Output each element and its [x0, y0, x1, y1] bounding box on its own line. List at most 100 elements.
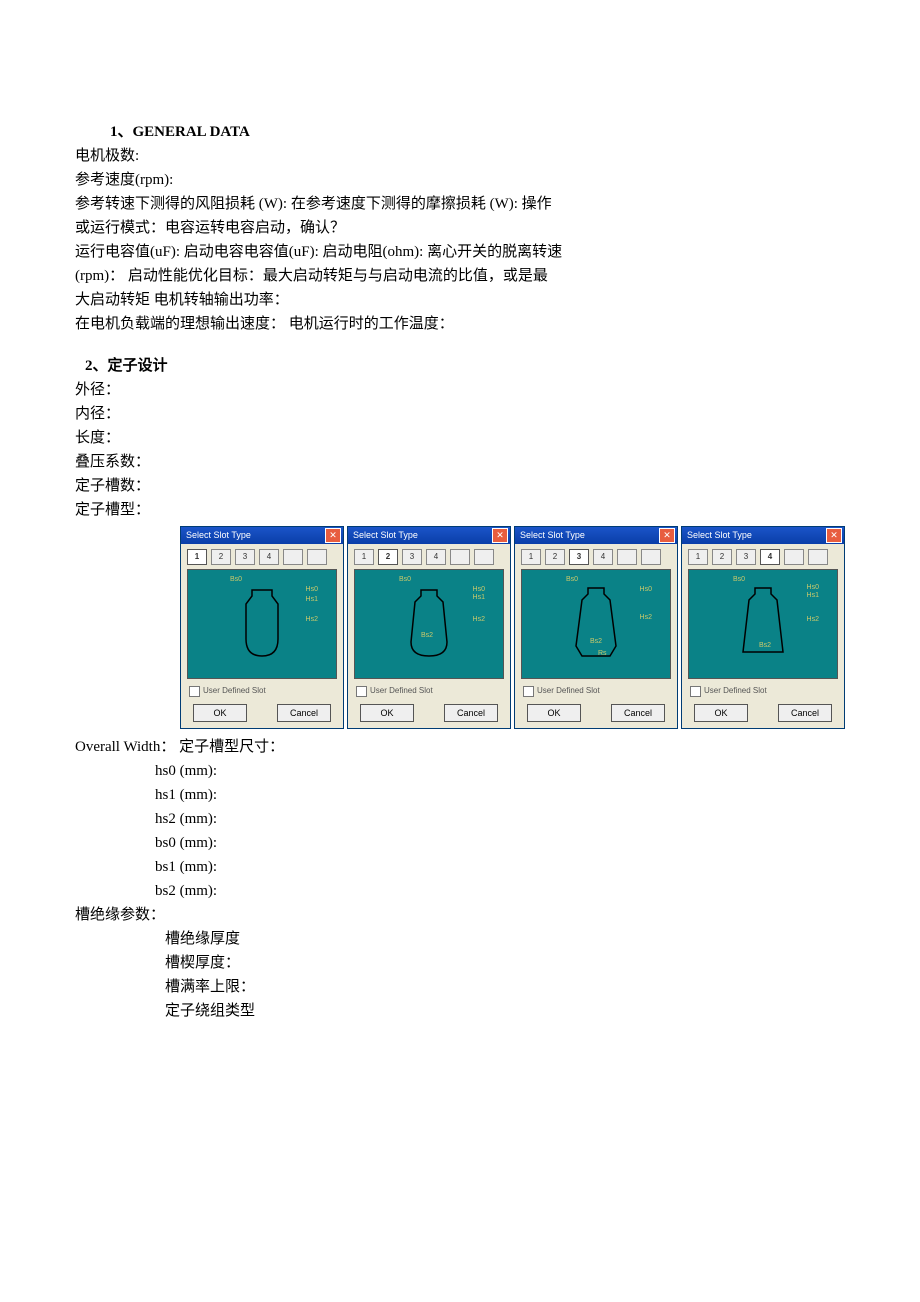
slot-tab-blank[interactable] — [450, 549, 470, 565]
dim-label: Bs0 — [566, 574, 578, 585]
dim-label: Hs2 — [807, 614, 819, 625]
user-defined-slot-row: User Defined Slot — [181, 683, 343, 702]
slot-type-dialog-4: Select Slot Type ✕ 1 2 3 4 Bs0 Hs0 Hs1 H… — [681, 526, 845, 729]
user-defined-slot-row: User Defined Slot — [515, 683, 677, 702]
user-defined-slot-row: User Defined Slot — [682, 683, 844, 702]
s1-line: (rpm)： 启动性能优化目标：最大启动转矩与与启动电流的比值，或是最 — [75, 264, 845, 288]
s2-line: 长度： — [75, 426, 845, 450]
slot-preview: Bs0 Hs0 Hs1 Hs2 Bs2 — [354, 569, 504, 679]
slot-shape-drawing — [399, 584, 459, 664]
ok-button[interactable]: OK — [360, 704, 414, 722]
cancel-button[interactable]: Cancel — [611, 704, 665, 722]
slot-tab-2[interactable]: 2 — [211, 549, 231, 565]
s1-line: 电机极数: — [75, 144, 845, 168]
dialog-titlebar: Select Slot Type ✕ — [348, 527, 510, 544]
slot-tab-blank[interactable] — [617, 549, 637, 565]
slot-tab-blank[interactable] — [474, 549, 494, 565]
slot-type-dialogs-row: Select Slot Type ✕ 1 2 3 4 Bs0 Hs0 Hs1 H… — [180, 526, 845, 729]
slot-shape-drawing — [733, 582, 793, 666]
ok-button[interactable]: OK — [694, 704, 748, 722]
slot-tab-blank[interactable] — [784, 549, 804, 565]
dim-line: bs0 (mm): — [75, 831, 845, 855]
slot-tab-4[interactable]: 4 — [593, 549, 613, 565]
user-defined-label: User Defined Slot — [370, 685, 433, 698]
dim-label: Hs1 — [306, 594, 318, 605]
s1-line: 参考转速下测得的风阻损耗 (W): 在参考速度下测得的摩擦损耗 (W): 操作 — [75, 192, 845, 216]
insulation-line: 槽满率上限： — [75, 975, 845, 999]
slot-tab-blank[interactable] — [808, 549, 828, 565]
slot-tab-2[interactable]: 2 — [378, 549, 398, 565]
s1-line: 在电机负载端的理想输出速度： 电机运行时的工作温度： — [75, 312, 845, 336]
dim-label: Hs1 — [473, 592, 485, 603]
slot-tab-blank[interactable] — [307, 549, 327, 565]
dialog-button-row: OK Cancel — [515, 702, 677, 728]
overall-width-line: Overall Width： 定子槽型尺寸： — [75, 735, 845, 759]
slot-tab-3[interactable]: 3 — [736, 549, 756, 565]
dim-label: Bs0 — [399, 574, 411, 585]
slot-tab-4[interactable]: 4 — [426, 549, 446, 565]
close-icon[interactable]: ✕ — [492, 528, 508, 543]
dim-line: bs2 (mm): — [75, 879, 845, 903]
s1-line: 大启动转矩 电机转轴输出功率： — [75, 288, 845, 312]
dim-label: Hs2 — [640, 612, 652, 623]
close-icon[interactable]: ✕ — [826, 528, 842, 543]
slot-tab-blank[interactable] — [641, 549, 661, 565]
dialog-title: Select Slot Type — [186, 528, 251, 542]
slot-tab-3[interactable]: 3 — [569, 549, 589, 565]
slot-type-dialog-1: Select Slot Type ✕ 1 2 3 4 Bs0 Hs0 Hs1 H… — [180, 526, 344, 729]
cancel-button[interactable]: Cancel — [778, 704, 832, 722]
dialog-button-row: OK Cancel — [348, 702, 510, 728]
cancel-button[interactable]: Cancel — [277, 704, 331, 722]
s2-line: 定子槽数： — [75, 474, 845, 498]
dialog-button-row: OK Cancel — [682, 702, 844, 728]
slot-tab-1[interactable]: 1 — [688, 549, 708, 565]
slot-tab-2[interactable]: 2 — [545, 549, 565, 565]
dialog-titlebar: Select Slot Type ✕ — [515, 527, 677, 544]
dim-line: hs0 (mm): — [75, 759, 845, 783]
slot-tab-row: 1 2 3 4 — [348, 544, 510, 567]
slot-shape-drawing — [566, 582, 626, 666]
dim-line: hs2 (mm): — [75, 807, 845, 831]
dialog-titlebar: Select Slot Type ✕ — [682, 527, 844, 544]
user-defined-label: User Defined Slot — [203, 685, 266, 698]
slot-preview: Bs0 Hs0 Hs1 Hs2 — [187, 569, 337, 679]
dim-label: Bs0 — [230, 574, 242, 585]
slot-tab-1[interactable]: 1 — [521, 549, 541, 565]
user-defined-checkbox[interactable] — [356, 686, 367, 697]
dim-label: Bs2 — [590, 636, 602, 647]
cancel-button[interactable]: Cancel — [444, 704, 498, 722]
slot-tab-2[interactable]: 2 — [712, 549, 732, 565]
slot-tab-1[interactable]: 1 — [187, 549, 207, 565]
s1-line: 或运行模式：电容运转电容启动，确认？ — [75, 216, 845, 240]
dim-line: hs1 (mm): — [75, 783, 845, 807]
slot-tab-row: 1 2 3 4 — [181, 544, 343, 567]
dialog-button-row: OK Cancel — [181, 702, 343, 728]
dim-label: Bs2 — [421, 630, 433, 641]
s1-line: 参考速度(rpm): — [75, 168, 845, 192]
ok-button[interactable]: OK — [193, 704, 247, 722]
insulation-line: 定子绕组类型 — [75, 999, 845, 1023]
slot-type-dialog-2: Select Slot Type ✕ 1 2 3 4 Bs0 Hs0 Hs1 H… — [347, 526, 511, 729]
slot-tab-3[interactable]: 3 — [235, 549, 255, 565]
slot-tab-4[interactable]: 4 — [760, 549, 780, 565]
user-defined-label: User Defined Slot — [704, 685, 767, 698]
insulation-line: 槽楔厚度： — [75, 951, 845, 975]
slot-tab-1[interactable]: 1 — [354, 549, 374, 565]
slot-tab-blank[interactable] — [283, 549, 303, 565]
ok-button[interactable]: OK — [527, 704, 581, 722]
user-defined-checkbox[interactable] — [690, 686, 701, 697]
dim-label: Rs — [598, 648, 607, 659]
slot-tab-4[interactable]: 4 — [259, 549, 279, 565]
slot-preview: Bs0 Hs0 Hs1 Hs2 Bs2 — [688, 569, 838, 679]
user-defined-checkbox[interactable] — [189, 686, 200, 697]
slot-preview: Bs0 Hs0 Hs2 Bs2 Rs — [521, 569, 671, 679]
slot-tab-3[interactable]: 3 — [402, 549, 422, 565]
dim-label: Bs0 — [733, 574, 745, 585]
section1-heading: 1、GENERAL DATA — [75, 120, 845, 144]
user-defined-checkbox[interactable] — [523, 686, 534, 697]
dialog-title: Select Slot Type — [353, 528, 418, 542]
close-icon[interactable]: ✕ — [659, 528, 675, 543]
slot-tab-row: 1 2 3 4 — [515, 544, 677, 567]
slot-type-dialog-3: Select Slot Type ✕ 1 2 3 4 Bs0 Hs0 Hs2 B… — [514, 526, 678, 729]
close-icon[interactable]: ✕ — [325, 528, 341, 543]
